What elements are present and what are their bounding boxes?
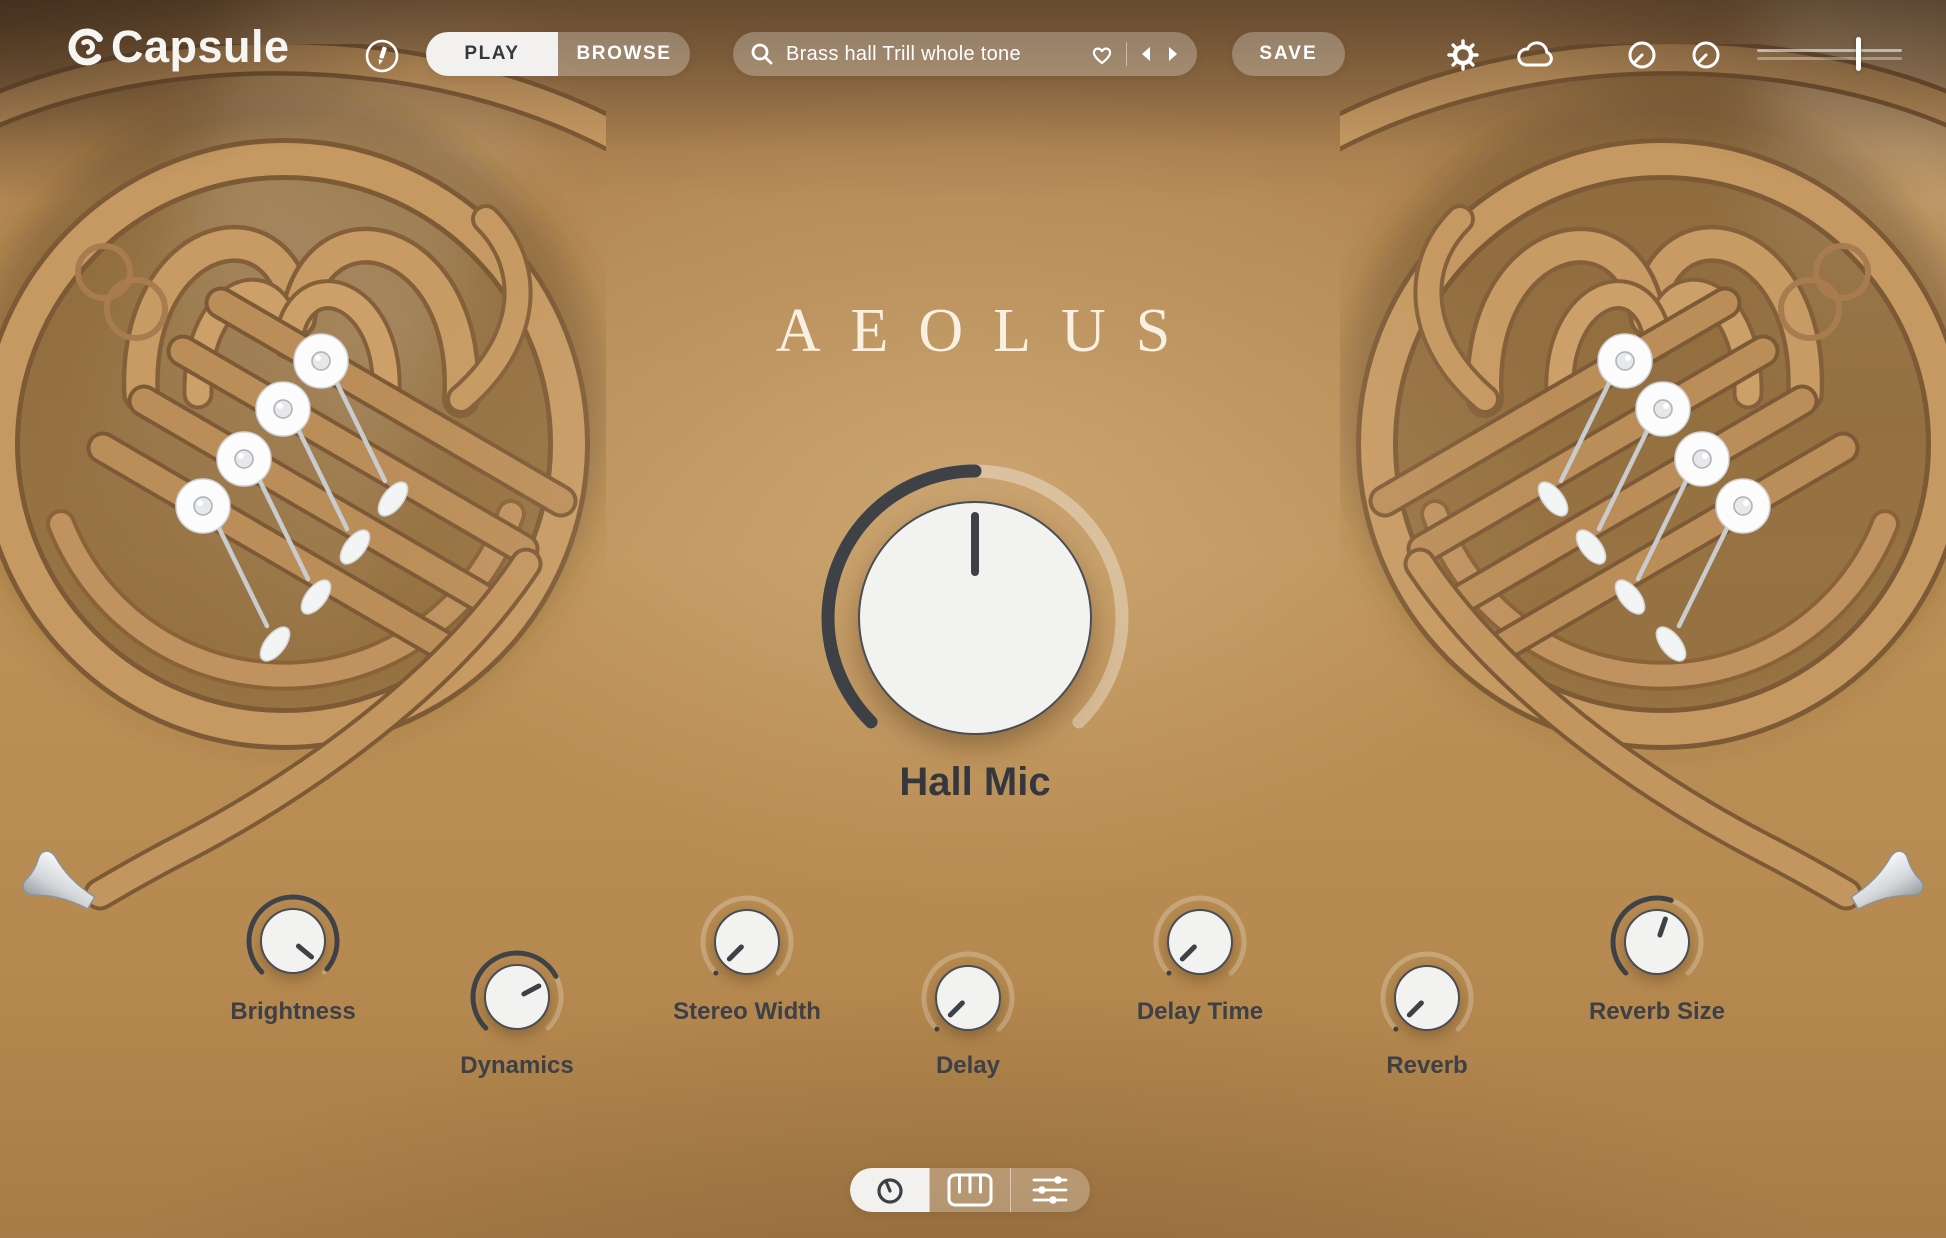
cloud-icon: [1514, 38, 1558, 72]
tab-play[interactable]: PLAY: [426, 32, 558, 76]
french-horn-left-illustration: [0, 44, 606, 944]
view-knob-panel-button[interactable]: [850, 1168, 929, 1212]
settings-button[interactable]: [1444, 36, 1482, 74]
previous-preset-arrow-icon[interactable]: [1138, 45, 1154, 63]
slider-rows-icon: [1031, 1174, 1069, 1206]
reverb-size-knob[interactable]: [1607, 892, 1707, 992]
level-slider[interactable]: [1757, 36, 1902, 72]
reverb-label: Reverb: [1307, 1052, 1547, 1080]
favorite-heart-icon[interactable]: [1089, 42, 1115, 66]
knob-face[interactable]: [260, 908, 326, 974]
search-divider: [1126, 42, 1127, 66]
knob-face[interactable]: [1394, 965, 1460, 1031]
preset-search-bar[interactable]: Brass hall Trill whole tone: [733, 32, 1197, 76]
knob-face[interactable]: [714, 909, 780, 975]
play-browse-tabs: PLAY BROWSE: [426, 32, 690, 76]
view-keyboard-panel-button[interactable]: [929, 1168, 1009, 1212]
next-preset-arrow-icon[interactable]: [1165, 45, 1181, 63]
stereo-width-label: Stereo Width: [627, 998, 867, 1026]
stereo-width-knob[interactable]: [697, 892, 797, 992]
reverb-size-label: Reverb Size: [1537, 998, 1777, 1026]
delay-time-label: Delay Time: [1080, 998, 1320, 1026]
slider-track[interactable]: [1757, 49, 1902, 52]
piano-keys-icon: [947, 1173, 993, 1207]
hall-mic-knob[interactable]: [815, 458, 1135, 778]
mini-knob-icon: [1627, 40, 1657, 70]
aeolus-plugin-window: Capsule PLAY BROWSE Brass hall Trill who…: [0, 0, 1946, 1238]
slider-track[interactable]: [1757, 57, 1902, 60]
save-button[interactable]: SAVE: [1232, 32, 1345, 76]
preset-name: Brass hall Trill whole tone: [786, 43, 1078, 66]
pencil-icon: [364, 38, 400, 74]
view-mixer-panel-button[interactable]: [1010, 1168, 1090, 1212]
hall-mic-label: Hall Mic: [775, 760, 1175, 805]
capsule-logo-text: Capsule: [111, 24, 290, 69]
reverb-knob[interactable]: [1377, 948, 1477, 1048]
search-icon: [749, 41, 775, 67]
knob-face[interactable]: [1624, 909, 1690, 975]
knob-face[interactable]: [484, 964, 550, 1030]
mini-knob-icon: [1691, 40, 1721, 70]
slider-handle[interactable]: [1856, 37, 1861, 71]
knob-face[interactable]: [935, 965, 1001, 1031]
knob-face[interactable]: [1167, 909, 1233, 975]
capsule-logo: Capsule: [66, 24, 290, 69]
knob-icon: [875, 1175, 905, 1205]
gear-icon: [1444, 36, 1482, 74]
delay-label: Delay: [848, 1052, 1088, 1080]
knob-pointer: [860, 503, 1090, 733]
delay-knob[interactable]: [918, 948, 1018, 1048]
french-horn-right-illustration: [1340, 44, 1946, 944]
view-switcher: [850, 1168, 1090, 1212]
instrument-title: AEOLUS: [15, 296, 1946, 367]
delay-time-knob[interactable]: [1150, 892, 1250, 992]
capsule-logo-mark-icon: [66, 26, 108, 68]
macro-knob-button-1[interactable]: [1627, 40, 1657, 70]
dynamics-label: Dynamics: [397, 1052, 637, 1080]
edit-preset-button[interactable]: [364, 38, 400, 74]
dynamics-knob[interactable]: [467, 947, 567, 1047]
brightness-knob[interactable]: [243, 891, 343, 991]
brightness-label: Brightness: [173, 998, 413, 1026]
macro-knob-button-2[interactable]: [1691, 40, 1721, 70]
knob-face[interactable]: [858, 501, 1092, 735]
cloud-button[interactable]: [1514, 38, 1558, 72]
tab-browse[interactable]: BROWSE: [558, 32, 690, 76]
